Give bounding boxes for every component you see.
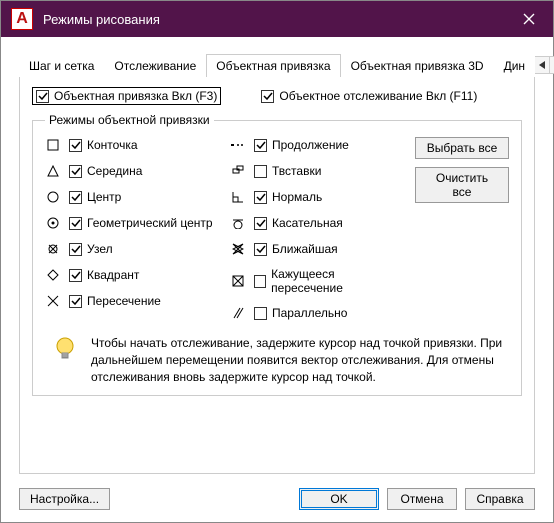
endpoint-label: Конточка [87, 138, 138, 152]
tab-snap-grid[interactable]: Шаг и сетка [19, 54, 104, 77]
ok-button[interactable]: OK [299, 488, 379, 510]
dialog-window: A Режимы рисования Шаг и сетка Отслежива… [0, 0, 554, 523]
checkmark-icon [38, 91, 48, 101]
geocenter-label: Геометрический центр [87, 216, 213, 230]
geocenter-checkbox[interactable]: Геометрический центр [69, 216, 213, 230]
osnap-modes-group: Режимы объектной привязки Конточка Серед… [32, 113, 522, 396]
extension-label: Продолжение [272, 138, 349, 152]
titlebar: A Режимы рисования [1, 1, 553, 37]
midpoint-checkbox[interactable]: Середина [69, 164, 142, 178]
quadrant-label: Квадрант [87, 268, 139, 282]
osnap-button-column: Выбрать все Очистить все [415, 137, 509, 321]
tab-dynamic[interactable]: Дин [494, 54, 535, 77]
extension-checkbox[interactable]: Продолжение [254, 138, 349, 152]
intersection-checkbox[interactable]: Пересечение [69, 294, 161, 308]
clear-all-button[interactable]: Очистить все [415, 167, 509, 203]
hint-text: Чтобы начать отслеживание, задержите кур… [91, 335, 503, 385]
tab-scroll-right[interactable] [549, 56, 554, 74]
intersection-label: Пересечение [87, 294, 161, 308]
perpendicular-label: Нормаль [272, 190, 322, 204]
insertion-label: Твставки [272, 164, 321, 178]
node-icon [45, 241, 61, 257]
checkmark-icon [256, 140, 266, 150]
geocenter-icon [45, 215, 61, 231]
tab-osnap[interactable]: Объектная привязка [206, 54, 340, 77]
lightbulb-icon [51, 335, 79, 363]
checkmark-icon [263, 91, 273, 101]
checkmark-icon [71, 244, 81, 254]
client-area: Шаг и сетка Отслеживание Объектная привя… [1, 37, 553, 522]
tab-scroll [535, 56, 554, 74]
insertion-icon [230, 163, 246, 179]
checkmark-icon [71, 270, 81, 280]
close-button[interactable] [509, 1, 549, 37]
osnap-on-checkbox[interactable]: Объектная привязка Вкл (F3) [32, 87, 221, 105]
chevron-left-icon [539, 61, 545, 69]
hint-panel: Чтобы начать отслеживание, задержите кур… [45, 335, 509, 385]
window-title: Режимы рисования [43, 12, 509, 27]
app-logo-icon: A [11, 8, 33, 30]
midpoint-label: Середина [87, 164, 142, 178]
perpendicular-checkbox[interactable]: Нормаль [254, 190, 322, 204]
nearest-icon [230, 241, 246, 257]
osnap-left-column: Конточка Середина Центр Геометричес [45, 137, 214, 321]
endpoint-checkbox[interactable]: Конточка [69, 138, 138, 152]
tangent-checkbox[interactable]: Касательная [254, 216, 343, 230]
insertion-checkbox[interactable]: Твставки [254, 164, 321, 178]
node-label: Узел [87, 242, 113, 256]
checkmark-icon [71, 296, 81, 306]
center-icon [45, 189, 61, 205]
checkmark-icon [256, 218, 266, 228]
node-checkbox[interactable]: Узел [69, 242, 113, 256]
checkmark-icon [71, 192, 81, 202]
apparent-int-checkbox[interactable]: Кажущееся пересечение [254, 267, 399, 295]
checkmark-icon [71, 166, 81, 176]
close-icon [523, 13, 535, 25]
apparent-int-icon [230, 273, 246, 289]
tangent-icon [230, 215, 246, 231]
apparent-int-label: Кажущееся пересечение [271, 267, 399, 295]
checkmark-icon [71, 218, 81, 228]
center-checkbox[interactable]: Центр [69, 190, 121, 204]
checkmark-icon [256, 192, 266, 202]
tab-osnap-3d[interactable]: Объектная привязка 3D [341, 54, 494, 77]
osnap-right-column: Продолжение Твставки Нормаль Касате [230, 137, 399, 321]
endpoint-icon [45, 137, 61, 153]
quadrant-checkbox[interactable]: Квадрант [69, 268, 139, 282]
quadrant-icon [45, 267, 61, 283]
parallel-icon [230, 305, 246, 321]
tab-panel: Объектная привязка Вкл (F3) Объектное от… [19, 77, 535, 474]
osnap-modes-legend: Режимы объектной привязки [45, 113, 214, 127]
tab-strip: Шаг и сетка Отслеживание Объектная привя… [19, 53, 535, 77]
select-all-button[interactable]: Выбрать все [415, 137, 509, 159]
help-button[interactable]: Справка [465, 488, 535, 510]
tab-scroll-left[interactable] [534, 56, 550, 74]
extension-icon [230, 137, 246, 153]
osnap-on-label: Объектная привязка Вкл (F3) [54, 89, 217, 103]
cancel-button[interactable]: Отмена [387, 488, 457, 510]
otrack-on-checkbox[interactable]: Объектное отслеживание Вкл (F11) [261, 89, 477, 103]
tab-tracking[interactable]: Отслеживание [104, 54, 206, 77]
parallel-label: Параллельно [272, 306, 347, 320]
center-label: Центр [87, 190, 121, 204]
perpendicular-icon [230, 189, 246, 205]
checkmark-icon [256, 244, 266, 254]
checkmark-icon [71, 140, 81, 150]
nearest-label: Ближайшая [272, 242, 338, 256]
nearest-checkbox[interactable]: Ближайшая [254, 242, 338, 256]
parallel-checkbox[interactable]: Параллельно [254, 306, 347, 320]
intersection-icon [45, 293, 61, 309]
options-button[interactable]: Настройка... [19, 488, 110, 510]
tangent-label: Касательная [272, 216, 343, 230]
dialog-footer: Настройка... OK Отмена Справка [19, 474, 535, 510]
otrack-on-label: Объектное отслеживание Вкл (F11) [279, 89, 477, 103]
midpoint-icon [45, 163, 61, 179]
